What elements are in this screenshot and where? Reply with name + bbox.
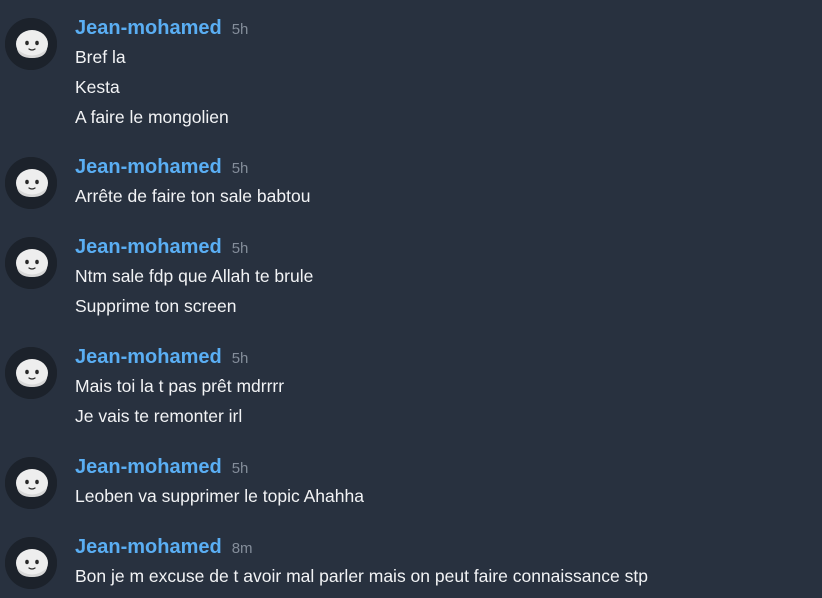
message-feed: Jean-mohamed 5h Bref la Kesta A faire le… (0, 0, 822, 598)
user-avatar-icon[interactable] (5, 237, 57, 289)
message-text: A faire le mongolien (75, 107, 229, 127)
timestamp: 8m (231, 540, 253, 557)
user-avatar-icon[interactable] (5, 537, 57, 589)
timestamp: 5h (231, 350, 249, 367)
message-header: Jean-mohamed 5h (75, 15, 248, 41)
author-name[interactable]: Jean-mohamed (75, 234, 222, 260)
author-name[interactable]: Jean-mohamed (75, 154, 222, 180)
message-lines: Leoben va supprimer le topic Ahahha (75, 485, 364, 515)
message-lines: Arrête de faire ton sale babtou (75, 185, 310, 215)
message-text: Kesta (75, 77, 120, 97)
timestamp: 5h (231, 460, 249, 477)
message-header: Jean-mohamed 5h (75, 154, 248, 180)
user-avatar-icon[interactable] (5, 157, 57, 209)
user-avatar-icon[interactable] (5, 347, 57, 399)
author-name[interactable]: Jean-mohamed (75, 15, 222, 41)
timestamp: 5h (231, 21, 249, 38)
message-text: Ntm sale fdp que Allah te brule (75, 266, 314, 286)
message-text: Leoben va supprimer le topic Ahahha (75, 486, 364, 506)
message-lines: Mais toi la t pas prêt mdrrrr Je vais te… (75, 375, 284, 435)
message-text: Supprime ton screen (75, 296, 237, 316)
message-text: Arrête de faire ton sale babtou (75, 186, 311, 206)
message-header: Jean-mohamed 5h (75, 234, 248, 260)
user-avatar-icon[interactable] (5, 18, 57, 70)
message-lines: Ntm sale fdp que Allah te brule Supprime… (75, 265, 313, 325)
message-lines: Bon je m excuse de t avoir mal parler ma… (75, 565, 648, 595)
user-avatar-icon[interactable] (5, 457, 57, 509)
message-lines: Bref la Kesta A faire le mongolien (75, 46, 229, 136)
author-name[interactable]: Jean-mohamed (75, 344, 222, 370)
message-header: Jean-mohamed 8m (75, 534, 253, 560)
author-name[interactable]: Jean-mohamed (75, 454, 222, 480)
message-text: Bref la (75, 47, 126, 67)
message-text: Mais toi la t pas prêt mdrrrr (75, 376, 285, 396)
timestamp: 5h (231, 240, 249, 257)
message-text: Je vais te remonter irl (75, 406, 243, 426)
message-text: Bon je m excuse de t avoir mal parler ma… (75, 566, 648, 586)
author-name[interactable]: Jean-mohamed (75, 534, 222, 560)
message-header: Jean-mohamed 5h (75, 344, 248, 370)
message-header: Jean-mohamed 5h (75, 454, 248, 480)
timestamp: 5h (231, 160, 249, 177)
